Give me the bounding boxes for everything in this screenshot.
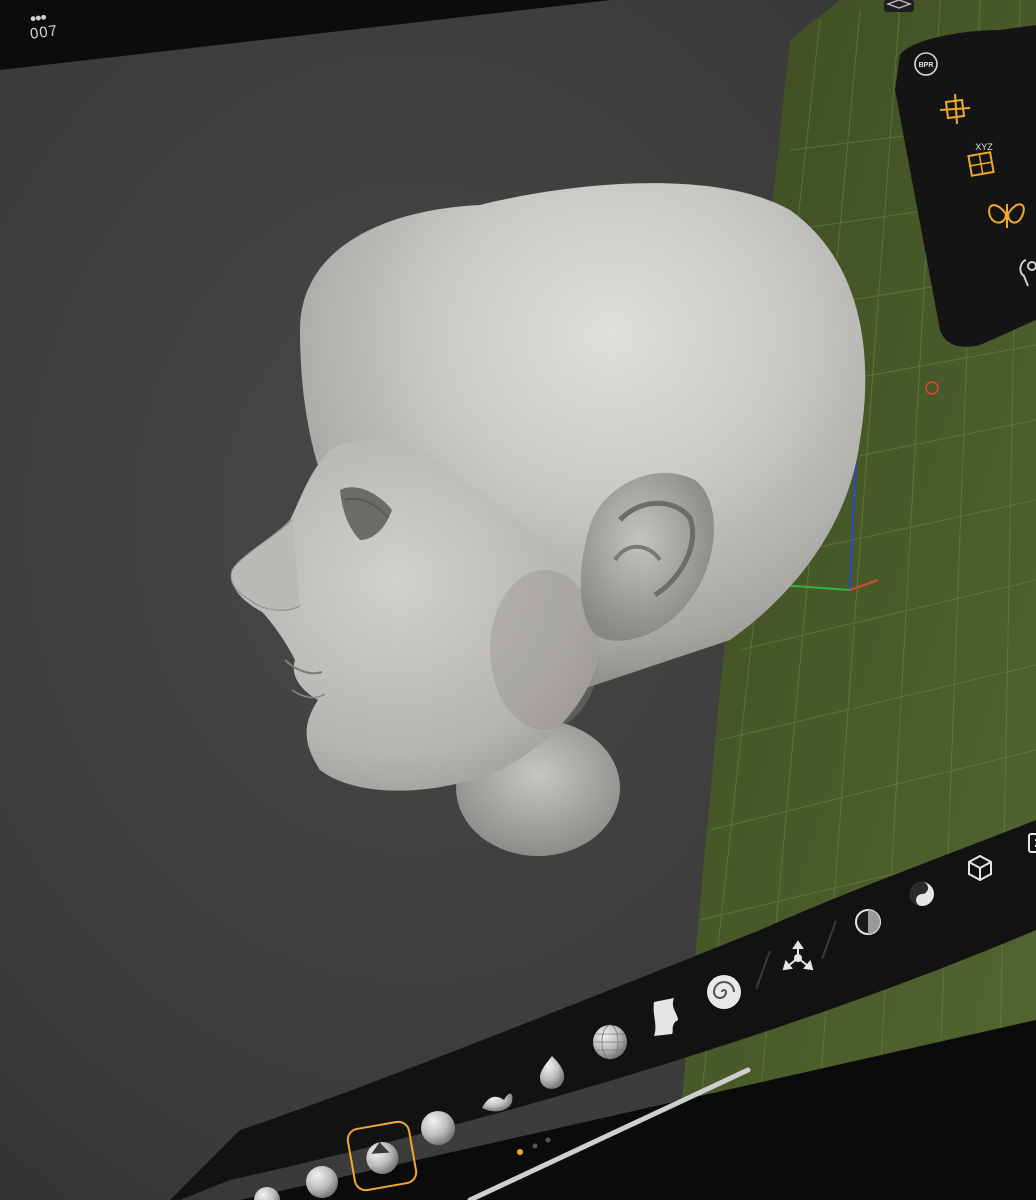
brush-trim[interactable] [644, 994, 688, 1038]
brush-smooth[interactable] [416, 1106, 460, 1150]
sphere-icon [254, 1187, 280, 1200]
brush-twist[interactable] [702, 970, 746, 1014]
primitive-button[interactable] [958, 846, 1002, 890]
cut-block-icon [653, 998, 678, 1036]
xyz-label: XYZ [975, 142, 993, 152]
bpr-label: BPR [919, 62, 934, 69]
screen: BPR XYZ [0, 0, 1036, 1200]
yin-yang-icon [910, 882, 934, 906]
panel-icon [1028, 833, 1036, 853]
drop-icon [540, 1056, 565, 1089]
cube-icon [968, 854, 992, 882]
sphere-icon [306, 1166, 338, 1198]
material-button[interactable] [846, 900, 890, 944]
brush-inflate[interactable] [530, 1050, 574, 1094]
matcap-icon [855, 909, 881, 935]
brush-curve[interactable] [474, 1078, 518, 1122]
layers-icon[interactable] [884, 0, 914, 12]
brush-move-selected[interactable] [344, 1118, 420, 1194]
brush-clay[interactable] [300, 1160, 344, 1200]
brush-standard[interactable] [245, 1178, 289, 1200]
color-button[interactable] [900, 872, 944, 916]
swirl-icon [707, 975, 741, 1009]
app-window: BPR XYZ ••• 007 [0, 0, 1036, 1200]
viewport[interactable]: BPR XYZ [0, 0, 1036, 1200]
transform-button[interactable] [776, 936, 820, 980]
transform-icon [782, 940, 814, 971]
more-button[interactable] [1014, 820, 1036, 864]
cone-sphere-icon [366, 1141, 399, 1174]
creature-icon [482, 1093, 513, 1112]
brush-mesh[interactable] [588, 1020, 632, 1064]
wire-sphere-icon [593, 1024, 627, 1060]
sphere-icon [421, 1111, 455, 1145]
